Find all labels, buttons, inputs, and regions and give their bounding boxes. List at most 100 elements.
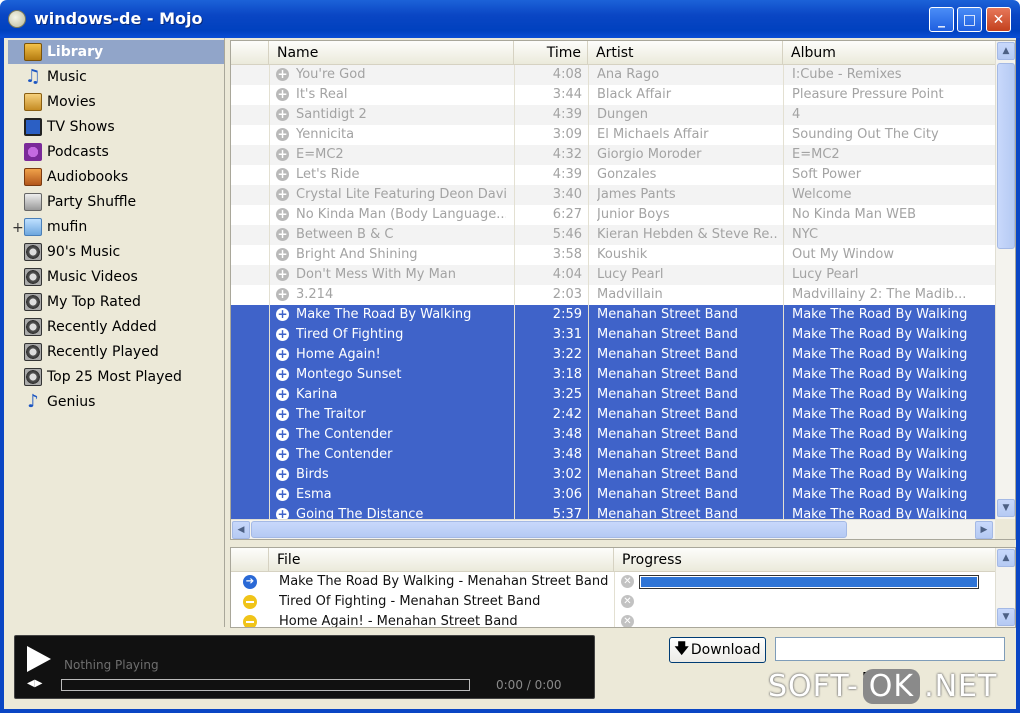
add-track-icon[interactable]: + [276,268,289,281]
track-row[interactable]: + Tired Of Fighting 3:31 Menahan Street Ban… [231,325,995,345]
download-row[interactable]: ➔ Make The Road By Walking - Menahan Stre… [231,572,995,592]
sidebar-item[interactable]: TV Shows [8,115,224,139]
add-track-icon[interactable]: + [276,68,289,81]
track-row[interactable]: + Bright And Shining 3:58 Koushik Out My Win… [231,245,995,265]
add-track-icon[interactable]: + [276,368,289,381]
track-row[interactable]: + It's Real 3:44 Black Affair Pleasure Press… [231,85,995,105]
column-header-time[interactable]: Time [514,41,588,65]
chevron-down-icon: ▼ [1002,503,1010,513]
track-row[interactable]: + No Kinda Man (Body Language... 6:27 Junio… [231,205,995,225]
download-input[interactable] [775,637,1005,661]
title-bar[interactable]: windows-de - Mojo _ □ ✕ [0,0,1020,38]
add-track-icon[interactable]: + [276,448,289,461]
download-row[interactable]: Home Again! - Menahan Street Band ✕ [231,612,995,627]
track-hscroll-thumb[interactable] [251,521,847,538]
track-row[interactable]: + The Contender 3:48 Menahan Street Band Mak… [231,445,995,465]
column-header-file[interactable]: File [269,548,614,572]
cancel-download-icon[interactable]: ✕ [621,575,634,588]
scroll-down-button[interactable]: ▼ [997,608,1015,626]
track-row[interactable]: + Esma 3:06 Menahan Street Band Make The Roa… [231,485,995,505]
track-album: Make The Road By Walking [792,327,968,342]
add-track-icon[interactable]: + [276,468,289,481]
sidebar-item[interactable]: + mufin [8,215,224,239]
add-track-icon[interactable]: + [276,188,289,201]
track-vertical-scrollbar[interactable]: ▲ ▼ [995,41,1015,519]
scroll-down-button[interactable]: ▼ [997,499,1015,517]
add-track-icon[interactable]: + [276,328,289,341]
add-track-icon[interactable]: + [276,428,289,441]
add-track-icon[interactable]: + [276,388,289,401]
scroll-right-button[interactable]: ▶ [975,521,993,539]
column-header-progress[interactable]: Progress [614,548,995,572]
track-row[interactable]: +3.214 2:03 Madvillain Madvillainy 2: The M… [231,285,995,305]
track-row[interactable]: + You're God 4:08 Ana Rago I:Cube - Remixes [231,65,995,85]
track-row[interactable]: + Between B & C 5:46 Kieran Hebden & Steve … [231,225,995,245]
column-divider [269,65,270,539]
track-scroll-thumb[interactable] [997,63,1015,249]
column-header-album[interactable]: Album [783,41,995,65]
sidebar-item[interactable]: My Top Rated [8,290,224,314]
play-icon[interactable] [27,646,51,672]
add-track-icon[interactable]: + [276,148,289,161]
add-track-icon[interactable]: + [276,168,289,181]
seek-bar[interactable] [61,679,470,691]
sidebar-item[interactable]: Movies [8,90,224,114]
close-button[interactable]: ✕ [986,7,1011,32]
cancel-download-icon[interactable]: ✕ [621,615,634,627]
add-track-icon[interactable]: + [276,108,289,121]
download-button[interactable]: 🡇 Download [669,637,766,663]
track-horizontal-scrollbar[interactable]: ◀ ▶ [231,519,995,539]
previous-next-icon[interactable]: ◀▶ [27,678,42,689]
track-row[interactable]: + E=MC2 4:32 Giorgio Moroder E=MC2 [231,145,995,165]
track-row[interactable]: + Don't Mess With My Man 4:04 Lucy Pearl Luc… [231,265,995,285]
scroll-left-button[interactable]: ◀ [232,521,250,539]
scroll-up-button[interactable]: ▲ [997,42,1015,60]
track-row[interactable]: + Crystal Lite Featuring Deon Davis 3:40 Ja… [231,185,995,205]
sidebar-item[interactable]: Top 25 Most Played [8,365,224,389]
sidebar-item[interactable]: 90's Music [8,240,224,264]
download-row[interactable]: Tired Of Fighting - Menahan Street Band ✕ [231,592,995,612]
add-track-icon[interactable]: + [276,488,289,501]
track-row[interactable]: + Let's Ride 4:39 Gonzales Soft Power [231,165,995,185]
track-row[interactable]: + Make The Road By Walking 2:59 Menahan Str… [231,305,995,325]
add-track-icon[interactable]: + [276,308,289,321]
sidebar-item[interactable]: Party Shuffle [8,190,224,214]
expand-icon[interactable]: + [12,220,24,236]
track-row[interactable]: + The Contender 3:48 Menahan Street Band Mak… [231,425,995,445]
download-vertical-scrollbar[interactable]: ▲ ▼ [995,548,1015,627]
add-track-icon[interactable]: + [276,288,289,301]
track-row[interactable]: + Karina 3:25 Menahan Street Band Make The R… [231,385,995,405]
sidebar-item[interactable]: Podcasts [8,140,224,164]
app-icon[interactable] [8,10,26,28]
track-row[interactable]: + Montego Sunset 3:18 Menahan Street Band Ma… [231,365,995,385]
sidebar-item[interactable]: ♫ Music [8,65,224,89]
track-row[interactable]: + Birds 3:02 Menahan Street Band Make The Ro… [231,465,995,485]
track-row[interactable]: + Yennicita 3:09 El Michaels Affair Sounding… [231,125,995,145]
add-track-icon[interactable]: + [276,88,289,101]
track-row[interactable]: + The Traitor 2:42 Menahan Street Band Make … [231,405,995,425]
minimize-button[interactable]: _ [929,7,954,32]
sidebar-item-label: Music [47,69,87,85]
sidebar-item[interactable]: Recently Added [8,315,224,339]
column-header-name[interactable]: Name [269,41,514,65]
add-track-icon[interactable]: + [276,208,289,221]
sidebar-item[interactable]: Library [8,40,224,64]
sidebar-item[interactable]: Recently Played [8,340,224,364]
sidebar-item[interactable]: Music Videos [8,265,224,289]
add-track-icon[interactable]: + [276,248,289,261]
scroll-up-button[interactable]: ▲ [997,549,1015,567]
track-row[interactable]: + Santidigt 2 4:39 Dungen 4 [231,105,995,125]
add-track-icon[interactable]: + [276,228,289,241]
add-track-icon[interactable]: + [276,408,289,421]
cancel-download-icon[interactable]: ✕ [621,595,634,608]
track-name: No Kinda Man (Body Language... [296,207,506,222]
add-track-icon[interactable]: + [276,128,289,141]
column-header-artist[interactable]: Artist [588,41,783,65]
track-row[interactable]: + Home Again! 3:22 Menahan Street Band Make … [231,345,995,365]
maximize-button[interactable]: □ [957,7,982,32]
sidebar: Library ♫ Music Movies TV Shows Podcasts Audio… [4,38,225,627]
sidebar-item[interactable]: Audiobooks [8,165,224,189]
add-track-icon[interactable]: + [276,348,289,361]
sidebar-item[interactable]: ♪ Genius [8,390,224,414]
track-time: 3:09 [552,127,582,142]
